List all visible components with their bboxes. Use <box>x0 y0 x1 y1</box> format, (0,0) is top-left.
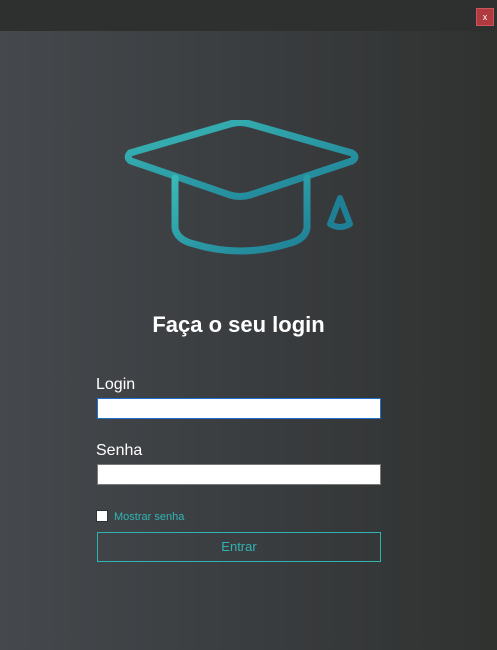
login-input[interactable] <box>97 398 381 419</box>
login-submit-button[interactable]: Entrar <box>97 532 381 562</box>
login-window: x Faça o seu login Login Senha Mostrar s… <box>0 0 497 650</box>
graduation-cap-icon <box>124 120 359 255</box>
title-bar[interactable]: x <box>0 0 497 31</box>
show-password-checkbox[interactable] <box>96 510 108 522</box>
show-password-label[interactable]: Mostrar senha <box>114 511 184 523</box>
password-label: Senha <box>96 442 143 459</box>
close-button[interactable]: x <box>476 8 494 26</box>
login-label: Login <box>96 376 136 393</box>
page-title: Faça o seu login <box>152 312 325 337</box>
password-input[interactable] <box>97 464 381 485</box>
